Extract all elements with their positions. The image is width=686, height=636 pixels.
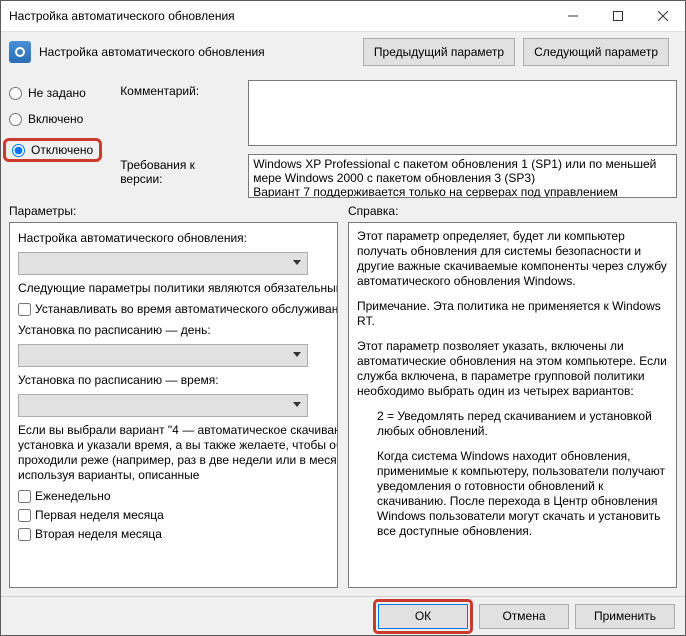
help-p3: Этот параметр позволяет указать, включен… [357,339,668,399]
schedule-day-dropdown[interactable] [18,344,308,367]
top-fields: Комментарий: Требования к версии: Window… [120,80,677,198]
radio-disabled-input[interactable] [12,144,25,157]
radio-enabled-label: Включено [28,112,83,126]
params-panel[interactable]: Настройка автоматического обновления: Сл… [9,222,338,588]
subtitle-bar: Настройка автоматического обновления Пре… [1,32,685,72]
comment-label: Комментарий: [120,80,240,98]
params-heading: Параметры: [9,204,338,218]
radio-not-configured-input[interactable] [9,87,22,100]
top-block: Не задано Включено Отключено Комментарий… [9,80,677,198]
requirement-line: Windows XP Professional с пакетом обновл… [253,157,672,185]
chk-first-week[interactable]: Первая неделя месяца [18,508,338,523]
chk-install-maintenance-input[interactable] [18,303,31,316]
two-columns: Параметры: Настройка автоматического обн… [9,204,677,588]
schedule-time-dropdown[interactable] [18,394,308,417]
window-title: Настройка автоматического обновления [1,9,550,23]
chk-weekly-label: Еженедельно [35,489,111,504]
chk-second-week[interactable]: Вторая неделя месяца [18,527,338,542]
apply-button[interactable]: Применить [575,604,675,629]
cancel-button[interactable]: Отмена [479,604,569,629]
ok-button[interactable]: ОК [378,604,468,629]
chk-first-week-input[interactable] [18,509,31,522]
chk-weekly[interactable]: Еженедельно [18,489,338,504]
bottom-bar: ОК Отмена Применить [1,596,685,635]
comment-input[interactable] [248,80,677,146]
chk-install-maintenance-label: Устанавливать во время автоматического о… [35,302,338,317]
params-column: Параметры: Настройка автоматического обн… [9,204,338,588]
radio-disabled[interactable]: Отключено [3,138,102,162]
titlebar: Настройка автоматического обновления [1,1,685,32]
params-title: Настройка автоматического обновления: [18,231,338,246]
auto-update-dropdown[interactable] [18,252,308,275]
schedule-day-label: Установка по расписанию — день: [18,323,338,338]
radio-not-configured-label: Не задано [28,86,86,100]
policy-note: Следующие параметры политики являются об… [18,281,338,296]
minimize-button[interactable] [550,1,595,31]
content-area: Не задано Включено Отключено Комментарий… [1,72,685,596]
chk-second-week-input[interactable] [18,528,31,541]
radio-disabled-label: Отключено [31,143,93,157]
prev-setting-button[interactable]: Предыдущий параметр [363,38,515,66]
schedule-note: Если вы выбрали вариант "4 — автоматичес… [18,423,338,483]
radio-enabled[interactable]: Включено [9,112,102,126]
chk-first-week-label: Первая неделя месяца [35,508,164,523]
next-setting-button[interactable]: Следующий параметр [523,38,669,66]
radio-enabled-input[interactable] [9,113,22,126]
requirements-label: Требования к версии: [120,154,240,186]
requirements-list[interactable]: Windows XP Professional с пакетом обновл… [248,154,677,198]
help-p5: Когда система Windows находит обновления… [377,449,668,539]
help-column: Справка: Этот параметр определяет, будет… [348,204,677,588]
chk-weekly-input[interactable] [18,490,31,503]
help-p4: 2 = Уведомлять перед скачиванием и устан… [377,409,668,439]
subtitle-text: Настройка автоматического обновления [39,45,363,59]
maximize-button[interactable] [595,1,640,31]
close-button[interactable] [640,1,685,31]
chk-install-maintenance[interactable]: Устанавливать во время автоматического о… [18,302,338,317]
schedule-time-label: Установка по расписанию — время: [18,373,338,388]
state-radios: Не задано Включено Отключено [9,80,110,198]
help-heading: Справка: [348,204,677,218]
chk-second-week-label: Вторая неделя месяца [35,527,162,542]
ok-highlight: ОК [373,599,473,634]
policy-icon [9,41,31,63]
window: Настройка автоматического обновления Нас… [0,0,686,636]
help-panel[interactable]: Этот параметр определяет, будет ли компь… [348,222,677,588]
requirement-line: Вариант 7 поддерживается только на серве… [253,185,672,198]
help-p1: Этот параметр определяет, будет ли компь… [357,229,668,289]
radio-not-configured[interactable]: Не задано [9,86,102,100]
help-p2: Примечание. Эта политика не применяется … [357,299,668,329]
